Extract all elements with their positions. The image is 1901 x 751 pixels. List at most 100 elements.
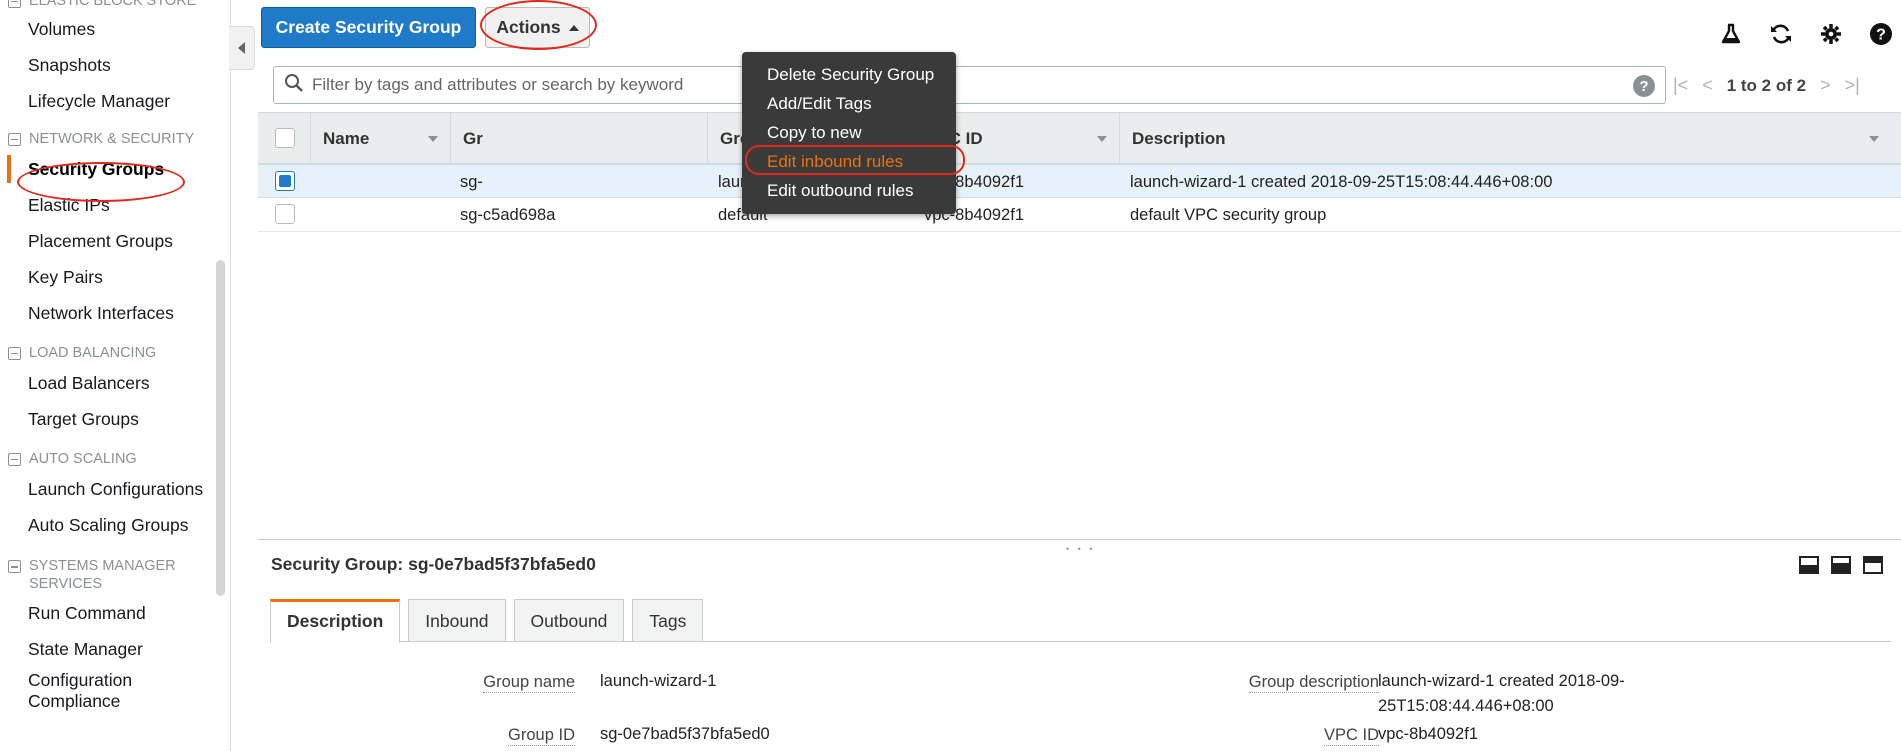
svg-text:?: ? [1876,27,1886,44]
sort-icon[interactable] [1869,136,1879,142]
sidebar-item-elastic-ips[interactable]: Elastic IPs [0,187,230,223]
sidebar-section-network-security[interactable]: NETWORK & SECURITY [0,127,230,151]
table-header: Name Gr Group Name VPC ID Description [258,112,1901,165]
sidebar-item-placement-groups[interactable]: Placement Groups [0,223,230,259]
menu-item-add-edit-tags[interactable]: Add/Edit Tags [742,89,956,118]
menu-item-delete-security-group[interactable]: Delete Security Group [742,60,956,89]
search-icon [284,73,304,98]
column-header-description[interactable]: Description [1119,113,1891,165]
group-name-value: launch-wizard-1 [600,672,717,690]
last-page-button[interactable]: >| [1845,75,1860,96]
layout-split-icon[interactable] [1831,556,1851,574]
pagination: |< < 1 to 2 of 2 > >| [1673,75,1860,96]
layout-toggle-icons [1799,556,1883,574]
group-description-value-line2: 25T15:08:44.446+08:00 [1378,697,1554,715]
sidebar-item-volumes[interactable]: Volumes [0,11,230,47]
next-page-button[interactable]: > [1820,75,1831,96]
sidebar-item-run-command[interactable]: Run Command [0,595,230,631]
collapse-sidebar-button[interactable] [229,26,255,70]
sidebar-section-systems-manager[interactable]: SYSTEMS MANAGER SERVICES [0,553,230,595]
tab-tags[interactable]: Tags [632,599,704,641]
group-id-label: Group ID [508,726,575,746]
sidebar-scrollbar[interactable] [216,260,225,596]
menu-item-edit-outbound-rules[interactable]: Edit outbound rules [742,176,956,205]
table-row[interactable]: sg- launch-wizard-1 vpc-8b4092f1 launch-… [258,164,1901,198]
collapse-icon[interactable] [8,346,21,360]
caret-up-icon [568,24,579,31]
menu-item-copy-to-new[interactable]: Copy to new [742,118,956,147]
actions-button[interactable]: Actions [485,7,590,48]
cell-description: default VPC security group [1130,206,1327,224]
sidebar-item-launch-configurations[interactable]: Launch Configurations [0,471,230,507]
tab-outbound[interactable]: Outbound [513,599,625,641]
help-icon[interactable]: ? [1869,22,1893,46]
actions-label: Actions [496,17,561,37]
sort-icon[interactable] [428,136,438,142]
sidebar-item-target-groups[interactable]: Target Groups [0,401,230,437]
row-checkbox[interactable] [275,204,295,224]
previous-page-button[interactable]: < [1702,75,1713,96]
group-name-label: Group name [483,673,575,693]
first-page-button[interactable]: |< [1673,75,1688,96]
column-header-label: Name [323,129,370,148]
cell-group-id: sg- [460,173,483,191]
drag-handle-icon[interactable]: • • • [1066,544,1095,554]
flask-icon[interactable] [1719,22,1743,46]
table-row[interactable]: sg-c5ad698a default vpc-8b4092f1 default… [258,198,1901,232]
search-help-icon[interactable]: ? [1633,75,1655,97]
sidebar-section-ebs[interactable]: ELASTIC BLOCK STORE [0,0,230,11]
security-groups-table: Name Gr Group Name VPC ID Description sg… [258,112,1901,232]
create-security-group-button[interactable]: Create Security Group [261,7,476,48]
group-description-label: Group description [1248,673,1379,693]
vpc-id-value[interactable]: vpc-8b4092f1 [1378,725,1478,744]
sidebar-item-lifecycle-manager[interactable]: Lifecycle Manager [0,83,230,119]
sidebar-item-key-pairs[interactable]: Key Pairs [0,259,230,295]
sidebar-item-network-interfaces[interactable]: Network Interfaces [0,295,230,331]
sidebar-item-configuration-compliance[interactable]: Configuration Compliance [0,667,200,713]
cell-group-id: sg-c5ad698a [460,206,556,224]
chevron-left-icon [238,42,245,54]
collapse-icon[interactable] [8,0,21,8]
column-header-name[interactable]: Name [310,113,450,165]
column-header-group-id[interactable]: Gr [450,113,640,165]
top-toolbar-icons: ? [1719,22,1893,46]
sidebar-divider [230,0,231,751]
actions-dropdown-menu: Delete Security Group Add/Edit Tags Copy… [742,52,956,214]
sidebar: ELASTIC BLOCK STORE Volumes Snapshots Li… [0,0,230,751]
detail-panel-title: Security Group: sg-0e7bad5f37bfa5ed0 [271,554,596,574]
main-content: Create Security Group Actions ? ? |< < [258,0,1901,751]
sidebar-item-state-manager[interactable]: State Manager [0,631,230,667]
cell-description: launch-wizard-1 created 2018-09-25T15:08… [1130,173,1553,191]
panel-splitter[interactable] [258,539,1901,540]
sidebar-item-auto-scaling-groups[interactable]: Auto Scaling Groups [0,507,230,543]
gear-icon[interactable] [1819,22,1843,46]
column-header-label: Description [1132,129,1226,148]
search-box[interactable]: ? [273,66,1666,104]
sidebar-section-label: ELASTIC BLOCK STORE [29,0,197,9]
sort-icon[interactable] [1097,136,1107,142]
sidebar-item-load-balancers[interactable]: Load Balancers [0,365,230,401]
sidebar-section-auto-scaling[interactable]: AUTO SCALING [0,447,230,471]
group-id-value: sg-0e7bad5f37bfa5ed0 [600,725,770,743]
vpc-id-label: VPC ID [1323,726,1379,746]
tab-description[interactable]: Description [270,599,401,643]
detail-tabs: Description Inbound Outbound Tags [270,599,1891,643]
collapse-icon[interactable] [8,452,21,466]
sidebar-item-security-groups[interactable]: Security Groups [0,151,230,187]
column-header-label: Gr [463,129,483,148]
sidebar-item-snapshots[interactable]: Snapshots [0,47,230,83]
collapse-icon[interactable] [8,560,21,573]
sidebar-section-load-balancing[interactable]: LOAD BALANCING [0,341,230,365]
refresh-icon[interactable] [1769,22,1793,46]
select-all-checkbox[interactable] [275,128,295,148]
menu-item-edit-inbound-rules[interactable]: Edit inbound rules [742,147,956,176]
group-description-value-line1: launch-wizard-1 created 2018-09- [1378,672,1625,690]
sidebar-section-label: NETWORK & SECURITY [29,131,195,147]
layout-bottom-icon[interactable] [1799,556,1819,574]
collapse-icon[interactable] [8,132,21,146]
page-count: 1 to 2 of 2 [1726,75,1807,95]
sidebar-section-label: SYSTEMS MANAGER SERVICES [29,558,176,592]
row-checkbox[interactable] [275,171,295,191]
layout-top-icon[interactable] [1863,556,1883,574]
tab-inbound[interactable]: Inbound [408,599,506,641]
